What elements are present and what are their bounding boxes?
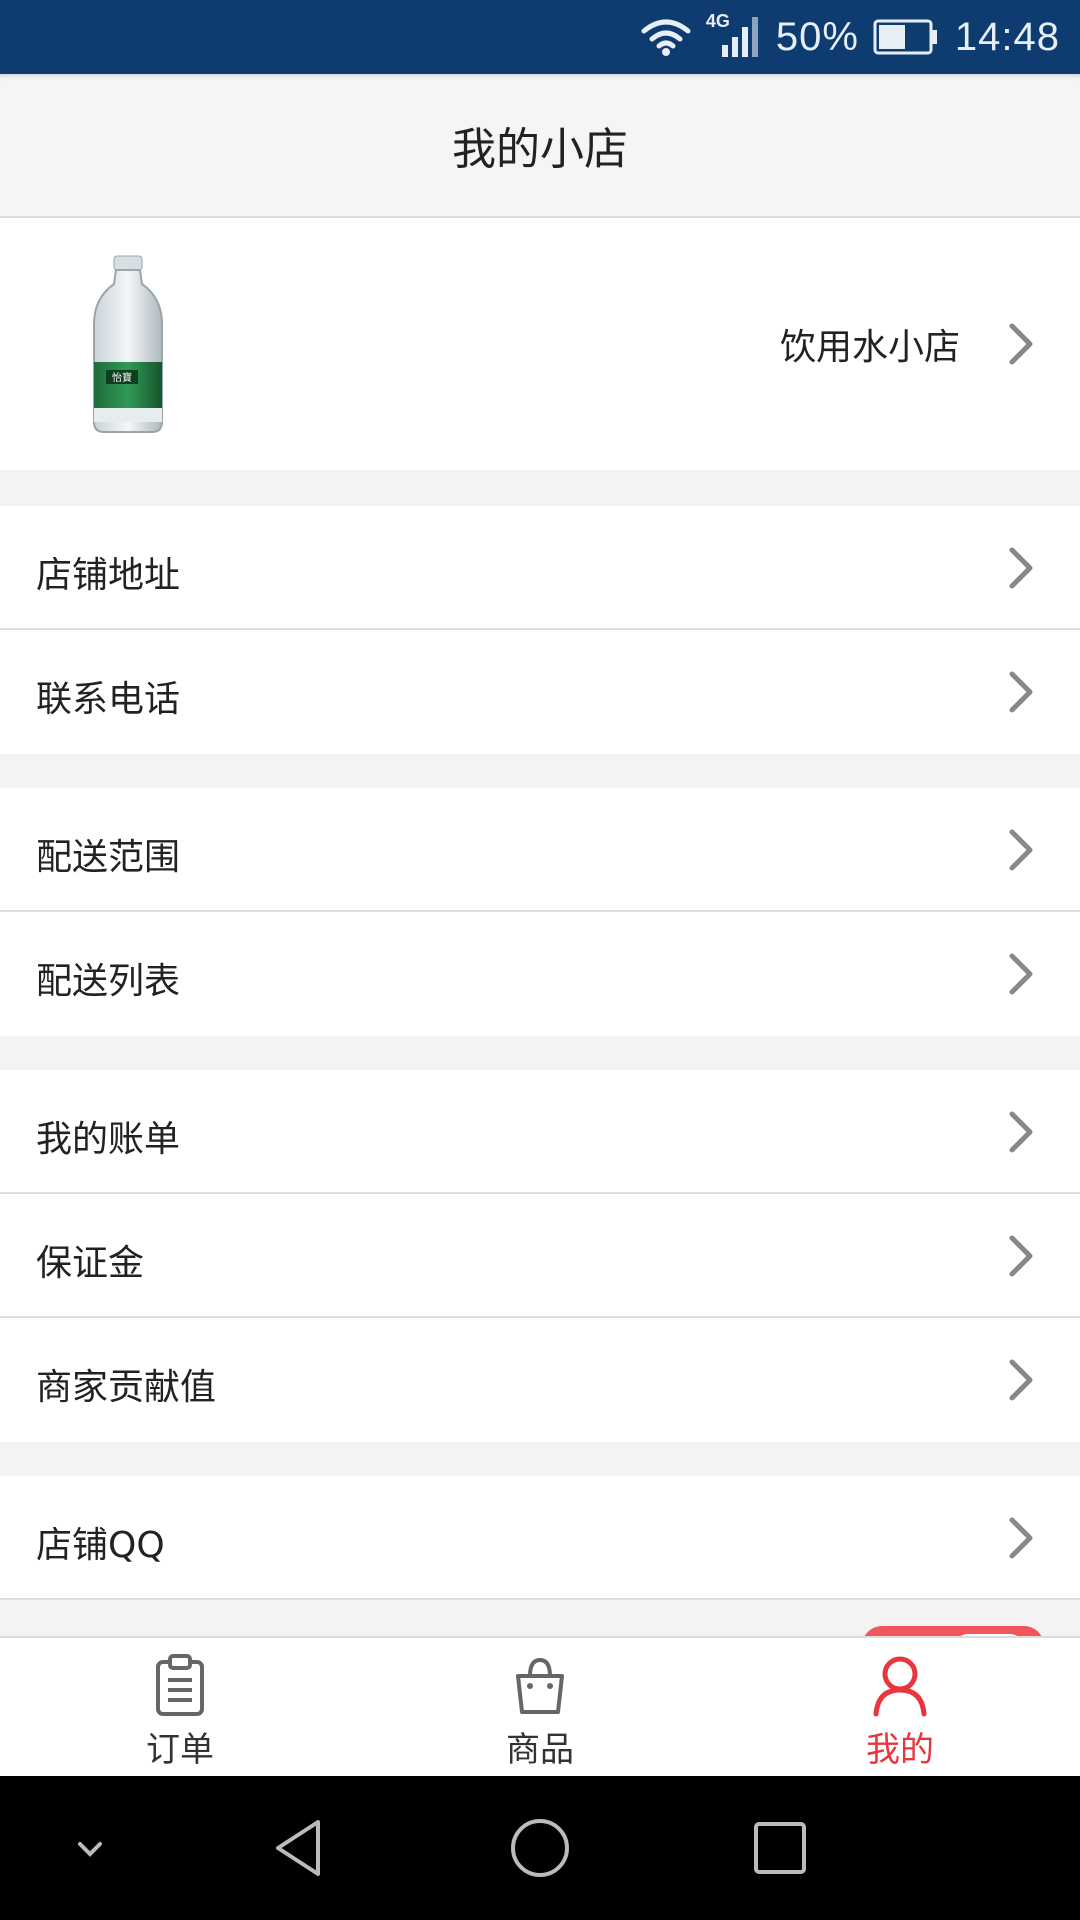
menu-item-contact-phone[interactable]: 联系电话 <box>0 630 1080 754</box>
network-type: 4G <box>705 11 730 31</box>
menu-item-label: 配送范围 <box>36 837 181 878</box>
chevron-right-icon <box>1009 547 1033 589</box>
battery-icon <box>873 19 939 55</box>
menu-item-merchant-contribution[interactable]: 商家贡献值 <box>0 1318 1080 1442</box>
bottom-tab-bar: 订单 商品 我的 <box>0 1636 1080 1776</box>
chevron-right-icon <box>1009 1359 1033 1401</box>
shop-logo: 怡寶 <box>76 254 180 436</box>
tab-label: 订单 <box>146 1730 214 1770</box>
chevron-right-icon <box>1009 829 1033 871</box>
cellular-signal-icon: 4G <box>706 11 762 59</box>
chevron-right-icon <box>1009 1517 1033 1559</box>
user-icon <box>873 1656 927 1717</box>
menu-item-label: 店铺QQ <box>36 1525 165 1566</box>
menu-item-label: 联系电话 <box>36 679 181 720</box>
menu-item-delivery-range[interactable]: 配送范围 <box>0 788 1080 912</box>
menu-item-deposit[interactable]: 保证金 <box>0 1194 1080 1318</box>
back-icon[interactable] <box>264 1812 336 1884</box>
tab-label: 商品 <box>506 1730 574 1770</box>
shop-profile-row[interactable]: 怡寶 饮用水小店 <box>0 218 1080 470</box>
system-navigation-bar <box>0 1776 1080 1920</box>
chevron-right-icon <box>1009 323 1033 365</box>
chevron-right-icon <box>1009 1111 1033 1153</box>
menu-item-label: 我的账单 <box>36 1119 181 1160</box>
tab-orders[interactable]: 订单 <box>0 1638 360 1776</box>
chevron-right-icon <box>1009 1235 1033 1277</box>
clock: 14:48 <box>954 14 1060 59</box>
title-bar: 我的小店 <box>0 74 1080 218</box>
menu-item-label: 商家贡献值 <box>36 1367 217 1408</box>
menu-group-store-info: 店铺地址 联系电话 <box>0 506 1080 754</box>
page-title: 我的小店 <box>452 124 628 175</box>
menu-item-store-address[interactable]: 店铺地址 <box>0 506 1080 630</box>
menu-group-delivery: 配送范围 配送列表 <box>0 788 1080 1036</box>
clipboard-icon <box>156 1654 204 1716</box>
menu-item-my-bills[interactable]: 我的账单 <box>0 1070 1080 1194</box>
menu-item-label: 店铺地址 <box>36 555 181 596</box>
menu-item-label: 配送列表 <box>36 961 181 1002</box>
shopping-bag-icon <box>516 1657 564 1714</box>
battery-percent: 50% <box>775 14 859 59</box>
hide-keyboard-icon[interactable] <box>54 1812 126 1884</box>
home-icon[interactable] <box>504 1812 576 1884</box>
menu-item-store-qq[interactable]: 店铺QQ <box>0 1476 1080 1600</box>
toggle-switch[interactable] <box>862 1626 1044 1636</box>
wifi-icon <box>640 17 692 57</box>
svg-text:怡寶: 怡寶 <box>112 371 132 384</box>
menu-group-social: 店铺QQ <box>0 1476 1080 1600</box>
menu-item-delivery-list[interactable]: 配送列表 <box>0 912 1080 1036</box>
tab-mine[interactable]: 我的 <box>720 1638 1080 1776</box>
chevron-right-icon <box>1009 953 1033 995</box>
menu-group-finance: 我的账单 保证金 商家贡献值 <box>0 1070 1080 1442</box>
shop-name: 饮用水小店 <box>779 327 960 368</box>
main-content: 怡寶 饮用水小店 店铺地址 联系电话 配送范围 配送列表 我的账单 保证金 商家… <box>0 218 1080 1636</box>
tab-label: 我的 <box>866 1730 934 1770</box>
tab-products[interactable]: 商品 <box>360 1638 720 1776</box>
chevron-right-icon <box>1009 671 1033 713</box>
status-bar: 4G 50% 14:48 <box>0 0 1080 74</box>
recent-apps-icon[interactable] <box>744 1812 816 1884</box>
menu-item-label: 保证金 <box>36 1243 145 1284</box>
